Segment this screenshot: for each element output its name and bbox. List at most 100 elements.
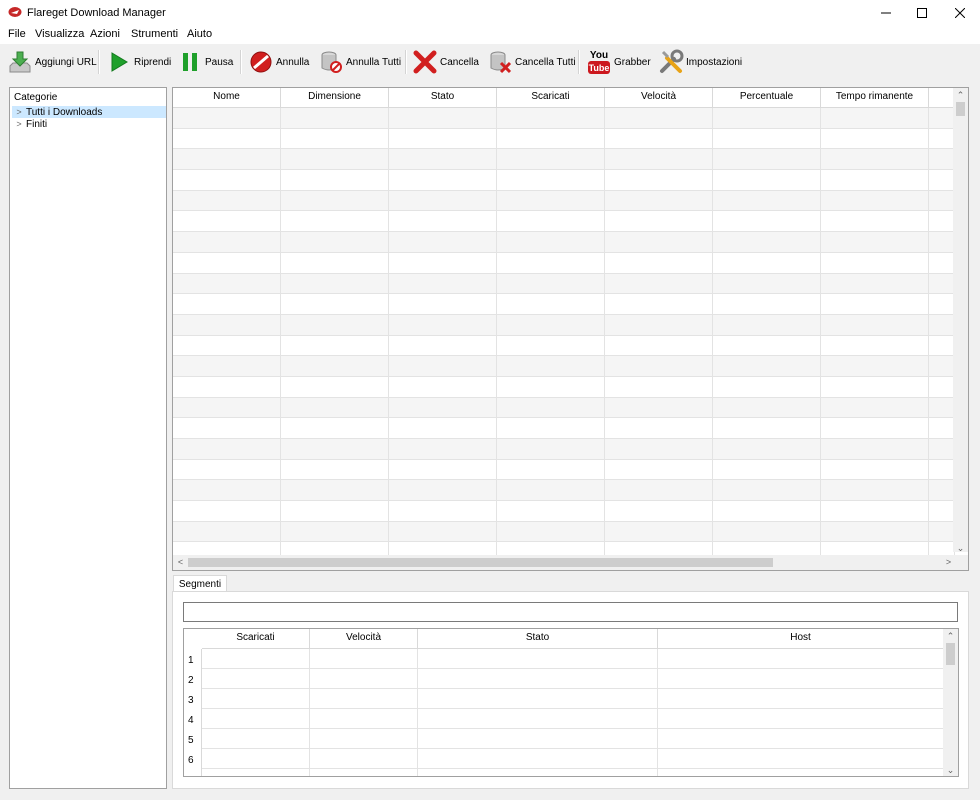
menu-azioni[interactable]: Azioni bbox=[90, 28, 120, 40]
pause-icon bbox=[177, 49, 203, 75]
column-header-downloaded[interactable]: Scaricati bbox=[202, 629, 310, 649]
table-row[interactable] bbox=[173, 335, 955, 357]
add-url-button[interactable]: Aggiungi URL bbox=[7, 47, 97, 77]
close-button[interactable] bbox=[940, 0, 980, 26]
table-row[interactable] bbox=[173, 149, 955, 171]
table-row[interactable] bbox=[173, 480, 955, 502]
scroll-down-arrow-icon[interactable]: ⌄ bbox=[943, 763, 958, 776]
column-header-time-remaining[interactable]: Tempo rimanente bbox=[821, 88, 929, 108]
segment-row[interactable]: 5 bbox=[184, 729, 944, 749]
table-row[interactable] bbox=[173, 397, 955, 419]
settings-label: Impostazioni bbox=[686, 56, 743, 68]
column-header-percent[interactable]: Percentuale bbox=[713, 88, 821, 108]
table-row[interactable] bbox=[173, 273, 955, 295]
maximize-button[interactable] bbox=[902, 0, 942, 26]
downloads-vertical-scrollbar[interactable]: ⌃ ⌄ bbox=[953, 88, 968, 555]
tab-segments[interactable]: Segmenti bbox=[173, 575, 227, 592]
scroll-up-arrow-icon[interactable]: ⌃ bbox=[953, 88, 968, 102]
scroll-thumb[interactable] bbox=[188, 558, 773, 567]
table-row[interactable] bbox=[173, 521, 955, 543]
menu-aiuto[interactable]: Aiuto bbox=[187, 28, 212, 40]
menu-strumenti[interactable]: Strumenti bbox=[131, 28, 178, 40]
scroll-right-arrow-icon[interactable]: > bbox=[941, 555, 956, 569]
table-row[interactable] bbox=[173, 501, 955, 522]
flareget-logo-icon bbox=[8, 7, 22, 17]
pause-label: Pausa bbox=[205, 56, 234, 68]
table-cell bbox=[821, 252, 929, 274]
segment-row[interactable]: 6 bbox=[184, 749, 944, 769]
table-row[interactable] bbox=[173, 108, 955, 129]
table-row[interactable] bbox=[173, 252, 955, 274]
column-header-status[interactable]: Stato bbox=[418, 629, 658, 649]
segment-row[interactable]: 4 bbox=[184, 709, 944, 729]
table-cell bbox=[713, 376, 821, 398]
expand-arrow-icon[interactable]: > bbox=[12, 119, 26, 129]
scroll-thumb[interactable] bbox=[956, 102, 965, 116]
segment-cell bbox=[418, 709, 658, 729]
segments-tab-panel: Scaricati Velocità Stato Host 1234567 ⌃ … bbox=[172, 591, 969, 789]
row-number: 7 bbox=[184, 769, 202, 776]
table-row[interactable] bbox=[173, 439, 955, 460]
minimize-button[interactable] bbox=[866, 0, 906, 26]
column-header-host[interactable]: Host bbox=[658, 629, 944, 649]
scroll-left-arrow-icon[interactable]: < bbox=[173, 555, 188, 569]
table-cell bbox=[173, 232, 281, 253]
delete-all-button[interactable]: Cancella Tutti bbox=[487, 47, 576, 77]
table-row[interactable] bbox=[173, 190, 955, 212]
table-cell bbox=[389, 149, 497, 171]
segments-vertical-scrollbar[interactable]: ⌃ ⌄ bbox=[943, 629, 958, 776]
scroll-down-arrow-icon[interactable]: ⌄ bbox=[953, 541, 968, 555]
cancel-all-icon bbox=[318, 49, 344, 75]
segments-table[interactable]: Scaricati Velocità Stato Host 1234567 ⌃ … bbox=[183, 628, 959, 777]
menu-file[interactable]: File bbox=[8, 28, 26, 40]
table-cell bbox=[929, 314, 955, 336]
table-cell bbox=[281, 459, 389, 481]
column-header-speed[interactable]: Velocità bbox=[605, 88, 713, 108]
cancel-button[interactable]: Annulla bbox=[248, 47, 309, 77]
segment-cell bbox=[202, 689, 310, 709]
table-cell bbox=[713, 252, 821, 274]
resume-button[interactable]: Riprendi bbox=[106, 47, 171, 77]
tree-item-all-downloads[interactable]: > Tutti i Downloads bbox=[12, 106, 166, 118]
table-row[interactable] bbox=[173, 128, 955, 150]
segment-row[interactable]: 2 bbox=[184, 669, 944, 689]
menu-bar: File Visualizza Azioni Strumenti Aiuto bbox=[0, 26, 980, 44]
expand-arrow-icon[interactable]: > bbox=[12, 107, 26, 117]
table-cell bbox=[821, 128, 929, 150]
table-cell bbox=[821, 397, 929, 419]
column-header-size[interactable]: Dimensione bbox=[281, 88, 389, 108]
table-cell bbox=[281, 356, 389, 377]
table-row[interactable] bbox=[173, 294, 955, 315]
downloads-table[interactable]: Nome Dimensione Stato Scaricati Velocità… bbox=[172, 87, 969, 571]
table-row[interactable] bbox=[173, 232, 955, 253]
table-row[interactable] bbox=[173, 314, 955, 336]
tree-item-finished[interactable]: > Finiti bbox=[12, 118, 166, 130]
table-row[interactable] bbox=[173, 459, 955, 481]
pause-button[interactable]: Pausa bbox=[177, 47, 233, 77]
table-row[interactable] bbox=[173, 376, 955, 398]
table-cell bbox=[821, 170, 929, 191]
scroll-thumb[interactable] bbox=[946, 643, 955, 665]
column-header-speed[interactable]: Velocità bbox=[310, 629, 418, 649]
table-row[interactable] bbox=[173, 356, 955, 377]
scroll-up-arrow-icon[interactable]: ⌃ bbox=[943, 629, 958, 643]
table-row[interactable] bbox=[173, 418, 955, 439]
column-header-name[interactable]: Nome bbox=[173, 88, 281, 108]
delete-button[interactable]: Cancella bbox=[412, 47, 479, 77]
table-cell bbox=[173, 439, 281, 460]
table-row[interactable] bbox=[173, 211, 955, 233]
segment-row[interactable]: 1 bbox=[184, 649, 944, 669]
settings-button[interactable]: Impostazioni bbox=[658, 47, 742, 77]
column-header-status[interactable]: Stato bbox=[389, 88, 497, 108]
play-icon bbox=[106, 49, 132, 75]
segment-row[interactable]: 7 bbox=[184, 769, 944, 776]
segment-cell bbox=[418, 729, 658, 749]
segment-url-field[interactable] bbox=[183, 602, 958, 622]
column-header-downloaded[interactable]: Scaricati bbox=[497, 88, 605, 108]
grabber-button[interactable]: You Tube Grabber bbox=[586, 47, 651, 77]
cancel-all-button[interactable]: Annulla Tutti bbox=[318, 47, 401, 77]
downloads-horizontal-scrollbar[interactable]: < > bbox=[173, 555, 968, 570]
table-row[interactable] bbox=[173, 170, 955, 191]
segment-row[interactable]: 3 bbox=[184, 689, 944, 709]
menu-visualizza[interactable]: Visualizza bbox=[35, 28, 84, 40]
